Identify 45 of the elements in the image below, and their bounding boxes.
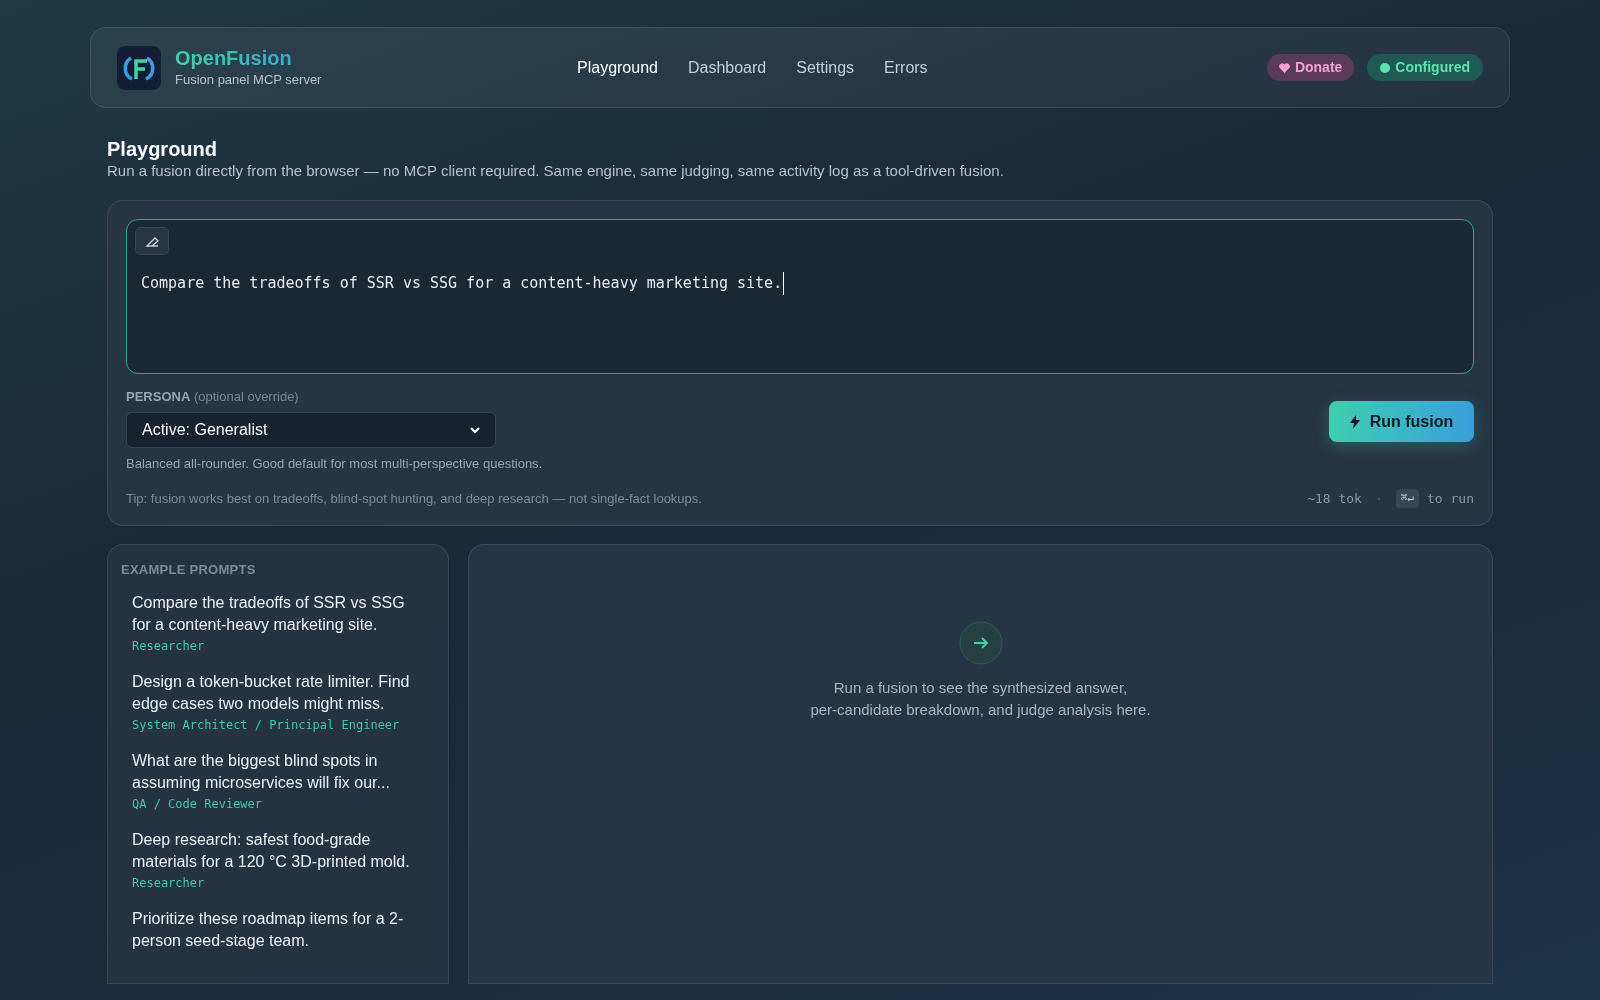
example-prompt[interactable]: Design a token-bucket rate limiter. Find edge cases two models might miss. System Architect / Principal Engineer [121,670,435,734]
persona-description: Balanced all-rounder. Good default for most multi-perspective questions. [126,455,543,473]
persona-label: PERSONA [126,389,191,404]
token-count: ~18 tok [1307,489,1362,508]
lightning-icon [1349,414,1360,429]
examples-title: EXAMPLE PROMPTS [121,561,257,579]
example-prompt[interactable]: Prioritize these roadmap items for a 2-person seed-stage team. [121,907,435,952]
persona-tag: System Architect / Principal Engineer [132,715,424,734]
persona-tag: QA / Code Reviewer [132,794,424,813]
persona-tag: Researcher [132,873,424,892]
status-badge: Configured [1367,54,1483,81]
placeholder-text: per-candidate breakdown, and judge analysis here. [810,700,1151,720]
prompt-title: Compare the tradeoffs of SSR vs SSG for a content-heavy marketing site. [132,592,406,635]
status-dot-icon [1380,62,1391,73]
nav-link[interactable]: Dashboard [687,55,767,80]
persona-hint: (optional override) [193,389,299,404]
arrow-right-icon [958,621,1003,665]
prompt-title: What are the biggest blind spots in assuming microservices will fix our... [132,750,391,793]
example-prompt[interactable]: What are the biggest blind spots in assuming microservices will fix our... QA / Code Reviewer [121,749,435,813]
page-title: Playground [107,137,218,161]
prompt-field[interactable]: Compare the tradeoffs of SSR vs SSG for a content-heavy marketing site. [126,219,1474,374]
nav-link[interactable]: Errors [884,55,928,80]
prompt-title: Design a token-bucket rate limiter. Find edge cases two models might miss. [132,671,411,714]
shortcut-key: ⌘↵ [1395,489,1420,508]
prompt-text: Compare the tradeoffs of SSR vs SSG for a content-heavy marketing site. [141,272,785,295]
example-prompt[interactable]: Deep research: safest food-grade materials for a 120 °C 3D-printed mold. Researcher [121,828,435,892]
heart-icon [1278,62,1290,73]
run-fusion-button[interactable]: Run fusion [1329,401,1474,442]
page-description: Run a fusion directly from the browser — no MCP client required. Same engine, same judging, same activity log as a tool-driven fusion. [107,161,1005,181]
separator-dot: · [1374,489,1383,508]
donate-button[interactable]: Donate [1266,54,1355,81]
placeholder-text: Run a fusion to see the synthesized answer, [833,678,1128,698]
persona-tag: Researcher [132,636,424,655]
nav-link[interactable]: Playground [577,55,658,80]
prompt-title: Deep research: safest food-grade materials for a 120 °C 3D-printed mold. [132,829,411,872]
logo-icon [117,45,161,90]
shortcut-text: to run [1427,489,1474,508]
example-prompt[interactable]: Compare the tradeoffs of SSR vs SSG for a content-heavy marketing site. Researcher [121,591,435,655]
app-subtitle: Fusion panel MCP server [175,70,322,89]
nav-link[interactable]: Settings [796,55,855,80]
tip-text: Tip: fusion works best on tradeoffs, blind-spot hunting, and deep research — not single-fact lookups. [126,489,702,508]
edit-icon[interactable] [135,227,169,255]
persona-select[interactable]: Active: Generalist [126,412,496,448]
chevron-down-icon [470,426,480,434]
prompt-title: Prioritize these roadmap items for a 2-person seed-stage team. [132,908,405,951]
